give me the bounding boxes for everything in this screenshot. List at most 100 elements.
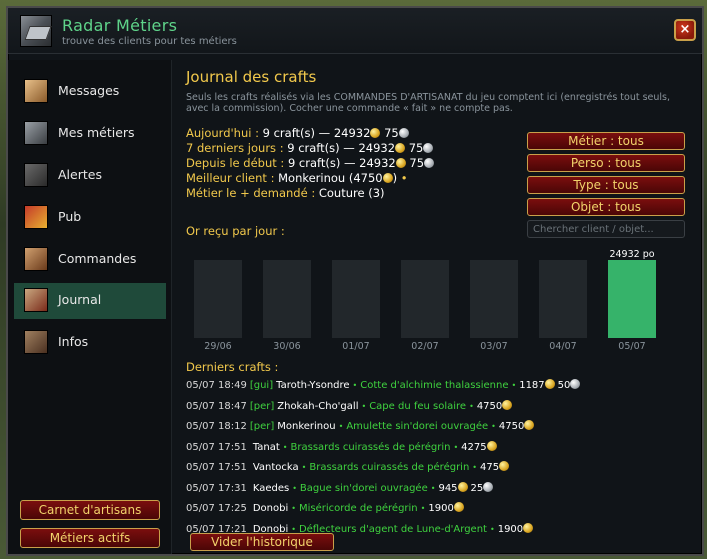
craft-time: 05/07 17:51: [186, 462, 247, 473]
craft-row[interactable]: 05/07 17:31 Kaedes • Bague sin'dorei ouvrag…: [186, 480, 686, 498]
stat-label: 7 derniers jours :: [186, 141, 284, 155]
silver-coin-icon: [423, 143, 434, 153]
craft-row[interactable]: 05/07 18:47 [per] Zhokah-Cho'gall • Cape du …: [186, 398, 686, 416]
sidebar-item-pub[interactable]: Pub: [14, 200, 166, 236]
craft-item: Cotte d'alchimie thalassienne: [360, 380, 509, 391]
gold-coin-icon: [544, 379, 555, 389]
megaphone-icon: [24, 205, 48, 229]
stat-all-time: Depuis le début : 9 craft(s) — 24932 75: [186, 156, 526, 171]
sidebar-item-journal[interactable]: Journal: [14, 283, 166, 319]
gold-coin-icon: [457, 481, 468, 492]
sidebar-item-infos[interactable]: Infos: [14, 325, 166, 361]
carnet-artisans-button[interactable]: Carnet d'artisans: [20, 500, 160, 520]
bar-background: [470, 260, 518, 338]
x-tick-label: 05/07: [618, 341, 645, 352]
filter-type-button[interactable]: Type : tous: [527, 176, 685, 194]
anvil-icon: [24, 121, 48, 145]
stat-silver: 75: [384, 126, 399, 140]
separator-dot: •: [489, 524, 495, 534]
craft-row[interactable]: 05/07 18:12 [per] Monkerinou • Amulette sin'…: [186, 418, 686, 436]
stat-dash: —: [343, 141, 355, 155]
bar-value-label: 24932 po: [609, 249, 654, 260]
stat-count: 9 craft(s): [287, 156, 341, 170]
craft-row[interactable]: 05/07 17:25 Donobi • Miséricorde de pérégri…: [186, 500, 686, 518]
bar-background: [263, 260, 311, 338]
craft-silver: 25: [470, 482, 484, 494]
silver-coin-icon: [570, 379, 581, 389]
best-client-name: Monkerinou: [278, 171, 346, 185]
x-tick-label: 02/07: [411, 341, 438, 352]
journal-description: Seuls les crafts réalisés via les COMMAN…: [186, 92, 671, 114]
bar-background: [194, 260, 242, 338]
craft-silver: 50: [557, 380, 571, 391]
gold-coin-icon: [395, 158, 406, 168]
filter-objet-button[interactable]: Objet : tous: [527, 198, 685, 216]
craft-tag: [gui]: [249, 380, 274, 391]
sidebar-item-mes-metiers[interactable]: Mes métiers: [14, 116, 166, 152]
craft-gold: 4275: [461, 441, 487, 453]
craft-gold: 4750: [498, 421, 525, 432]
craft-client: Monkerinou: [277, 421, 336, 432]
close-button[interactable]: ×: [674, 19, 696, 41]
separator-dot: •: [420, 504, 426, 513]
search-input[interactable]: [527, 220, 685, 238]
gold-coin-icon: [523, 522, 534, 533]
stat-best-profession: Métier le + demandé : Couture (3): [186, 186, 526, 201]
sidebar: Messages Mes métiers Alertes Pub Command…: [8, 60, 172, 554]
sidebar-item-label: Commandes: [58, 251, 137, 266]
separator-dot: •: [352, 381, 358, 390]
sidebar-item-label: Alertes: [58, 167, 102, 182]
craft-client: Vantocka: [252, 462, 299, 473]
stat-label: Meilleur client :: [186, 171, 275, 185]
stat-gold: 24932: [359, 156, 396, 170]
craft-gold: 1900: [497, 523, 524, 535]
sidebar-item-messages[interactable]: Messages: [14, 74, 166, 110]
x-tick-label: 30/06: [273, 341, 300, 352]
craft-time: 05/07 17:51: [186, 441, 247, 453]
stat-count: 9 craft(s): [287, 141, 340, 155]
craft-tag: [per]: [249, 421, 275, 432]
metiers-actifs-button[interactable]: Métiers actifs: [20, 528, 160, 548]
craft-client: Kaedes: [252, 482, 290, 494]
journal-panel: Journal des crafts Seuls les crafts réal…: [186, 60, 688, 554]
stat-silver: 75: [409, 156, 425, 170]
x-tick-label: 03/07: [480, 341, 507, 352]
best-client-amount: (4750: [348, 171, 383, 185]
stat-dash: —: [318, 126, 331, 140]
sidebar-item-commandes[interactable]: Commandes: [14, 242, 166, 278]
filter-metier-button[interactable]: Métier : tous: [527, 132, 685, 150]
sidebar-item-alertes[interactable]: Alertes: [14, 158, 166, 194]
craft-row[interactable]: 05/07 18:49 [gui] Taroth-Ysondre • Cotte d'a…: [186, 377, 686, 395]
separator-dot: •: [511, 381, 517, 390]
craft-row[interactable]: 05/07 17:51 Tanat • Brassards cuirassés de …: [186, 439, 686, 457]
bar-background: [539, 260, 587, 338]
bell-icon: [24, 163, 48, 187]
stats-block: Aujourd'hui : 9 craft(s) — 24932 75 7 de…: [186, 126, 526, 201]
x-tick-label: 01/07: [342, 341, 369, 352]
craft-row[interactable]: 05/07 17:51 Vantocka • Brassards cuirassés …: [186, 459, 686, 477]
bullet: •: [400, 171, 408, 185]
x-tick-label: 04/07: [549, 341, 576, 352]
filter-perso-button[interactable]: Perso : tous: [527, 154, 685, 172]
craft-gold: 1900: [428, 503, 454, 514]
gold-coin-icon: [502, 399, 513, 410]
clear-history-button[interactable]: Vider l'historique: [190, 533, 334, 551]
craft-gold: 475: [480, 462, 500, 473]
sidebar-item-label: Pub: [58, 209, 82, 224]
gold-coin-icon: [395, 143, 406, 153]
craft-time: 05/07 17:25: [186, 503, 247, 514]
gold-coin-icon: [382, 173, 393, 183]
x-tick-label: 29/06: [204, 341, 231, 352]
separator-dot: •: [469, 401, 474, 411]
craft-client: Donobi: [252, 503, 289, 514]
craft-time: 05/07 18:12: [186, 421, 247, 432]
stat-dash: —: [344, 156, 356, 170]
gold-per-day-chart: 29/06 30/06 01/07 02/07 03/07 04/07 24932 po 05…: [194, 249, 656, 352]
stat-week: 7 derniers jours : 9 craft(s) — 24932 75: [186, 141, 526, 156]
craft-item: Amulette sin'dorei ouvragée: [346, 421, 489, 432]
stat-gold: 24932: [333, 126, 371, 140]
craft-time: 05/07 17:31: [186, 482, 247, 494]
separator-dot: •: [472, 463, 478, 472]
titlebar[interactable]: Radar Métiers trouve des clients pour te…: [8, 8, 702, 54]
app-subtitle: trouve des clients pour tes métiers: [62, 36, 237, 47]
